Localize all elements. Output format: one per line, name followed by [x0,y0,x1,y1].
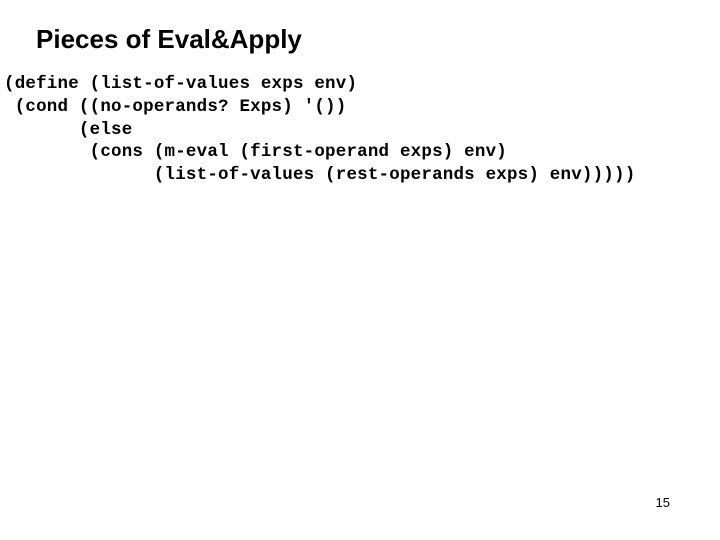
code-line: (cons (m-eval (first-operand exps) env) [4,142,507,162]
slide: Pieces of Eval&Apply (define (list-of-va… [0,0,720,540]
code-line: (cond ((no-operands? Exps) '()) [4,97,346,117]
code-block: (define (list-of-values exps env) (cond … [0,73,720,187]
code-line: (else [4,120,132,140]
code-line: (list-of-values (rest-operands exps) env… [4,165,635,185]
page-number: 15 [656,495,670,510]
slide-title: Pieces of Eval&Apply [0,0,720,73]
code-line: (define (list-of-values exps env) [4,74,357,94]
